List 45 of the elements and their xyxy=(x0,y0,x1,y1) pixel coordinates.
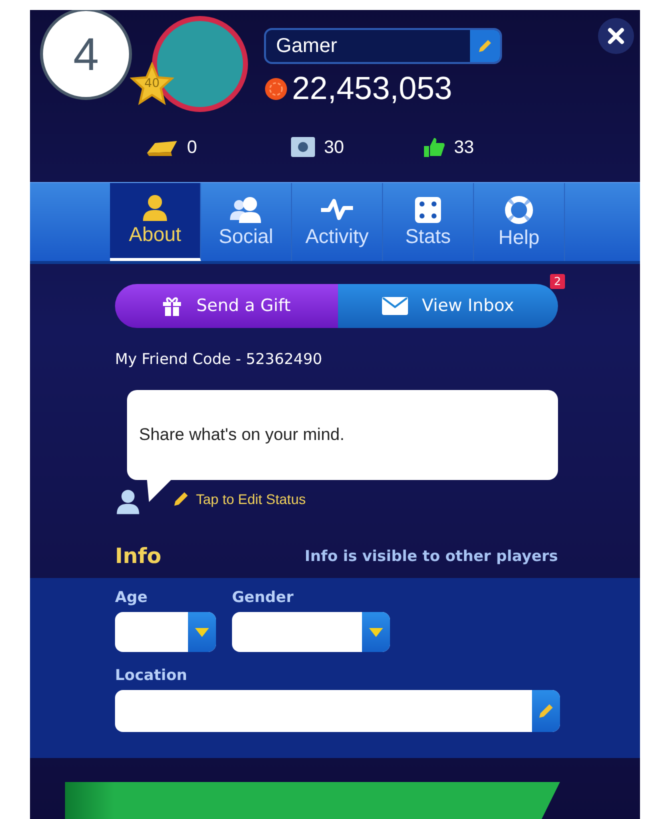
profile-tab[interactable]: Stats xyxy=(383,183,474,261)
step-number-badge: 4 xyxy=(40,10,132,100)
profile-tab[interactable]: Help xyxy=(474,183,565,261)
action-button[interactable]: View Inbox xyxy=(338,284,558,328)
chip-balance: 22,453,053 xyxy=(292,70,452,107)
envelope-icon xyxy=(382,297,408,315)
level-star: 40 xyxy=(130,62,174,106)
close-button[interactable] xyxy=(598,18,634,54)
person-icon xyxy=(140,194,170,222)
dropdown-field[interactable] xyxy=(232,612,390,652)
status-text: Share what's on your mind. xyxy=(138,425,344,445)
pencil-icon xyxy=(477,38,493,54)
stat-value: 0 xyxy=(187,136,198,158)
pencil-icon xyxy=(172,490,190,508)
chip-icon xyxy=(264,76,288,100)
friend-code: My Friend Code - 52362490 xyxy=(114,349,324,368)
status-bubble[interactable]: Share what's on your mind. xyxy=(127,390,558,480)
pencil-icon xyxy=(537,702,555,720)
stat-value: 33 xyxy=(454,136,474,158)
dice-icon xyxy=(414,196,442,224)
person-icon xyxy=(114,488,142,516)
name-field[interactable]: Gamer xyxy=(264,28,502,64)
field-label: Gender xyxy=(232,588,294,606)
thumbs-up-icon xyxy=(422,136,446,158)
lifebuoy-icon xyxy=(504,194,534,224)
stat-value: 30 xyxy=(324,136,344,158)
action-button[interactable]: Send a Gift xyxy=(115,284,338,328)
field-label: Location xyxy=(115,666,188,684)
caret-icon xyxy=(194,626,210,638)
field-label: Age xyxy=(115,588,149,606)
section-note: Info is visible to other players xyxy=(304,547,558,565)
dropdown-field[interactable] xyxy=(115,612,216,652)
ticket-icon xyxy=(290,136,316,158)
caret-icon xyxy=(368,626,384,638)
close-icon xyxy=(607,27,625,45)
unread-count-badge: 2 xyxy=(550,274,565,289)
speech-bubble-tail xyxy=(147,480,171,502)
input-field[interactable] xyxy=(115,690,560,732)
section-title: Info xyxy=(115,544,162,568)
gift-icon xyxy=(162,295,182,317)
profile-tab[interactable]: Social xyxy=(201,183,292,261)
edit-status-link[interactable]: Tap to Edit Status xyxy=(172,490,306,516)
profile-tab[interactable]: About xyxy=(110,183,201,261)
people-icon xyxy=(228,196,264,224)
profile-tab[interactable]: Activity xyxy=(292,183,383,261)
